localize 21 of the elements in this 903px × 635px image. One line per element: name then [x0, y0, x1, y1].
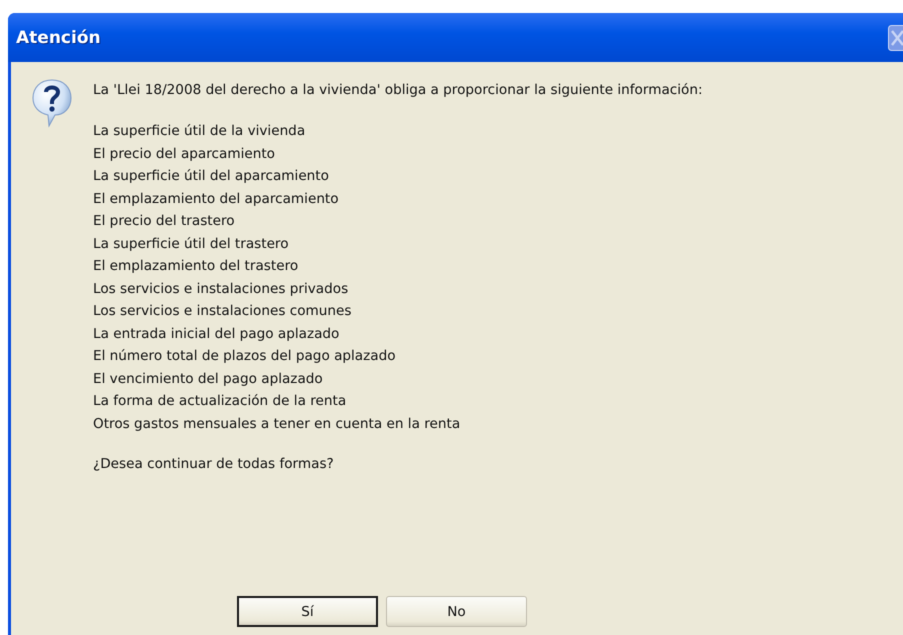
question-text: ¿Desea continuar de todas formas? — [93, 456, 335, 472]
required-field-item: La forma de actualización de la renta — [93, 392, 348, 411]
yes-button[interactable]: Sí — [237, 596, 378, 627]
required-field-item: El emplazamiento del trastero — [93, 257, 300, 276]
required-field-item: Otros gastos mensuales a tener en cuenta en la renta — [93, 414, 462, 434]
required-field-item: Los servicios e instalaciones privados — [93, 280, 350, 298]
required-field-item: La superficie útil de la vivienda — [93, 122, 306, 141]
required-field-item: El precio del aparcamiento — [93, 144, 276, 164]
required-field-item: La superficie útil del trastero — [93, 234, 290, 254]
message-text: La 'Llei 18/2008 del derecho a la vivienda' obliga a proporcionar la siguiente información: — [93, 82, 703, 98]
no-button[interactable]: No — [386, 596, 527, 627]
required-field-item: El número total de plazos del pago aplazado — [93, 347, 397, 366]
required-field-item: La superficie útil del aparcamiento — [93, 167, 330, 186]
required-field-item: El precio del trastero — [93, 212, 236, 231]
close-button[interactable] — [888, 24, 903, 50]
required-field-item: La entrada inicial del pago aplazado — [93, 324, 340, 344]
required-field-item: Los servicios e instalaciones comunes — [93, 302, 352, 321]
question-icon — [31, 78, 73, 128]
required-field-item: El vencimiento del pago aplazado — [93, 370, 324, 388]
required-field-item: El emplazamiento del aparcamiento — [93, 190, 340, 208]
window-title: Atención — [16, 28, 101, 48]
